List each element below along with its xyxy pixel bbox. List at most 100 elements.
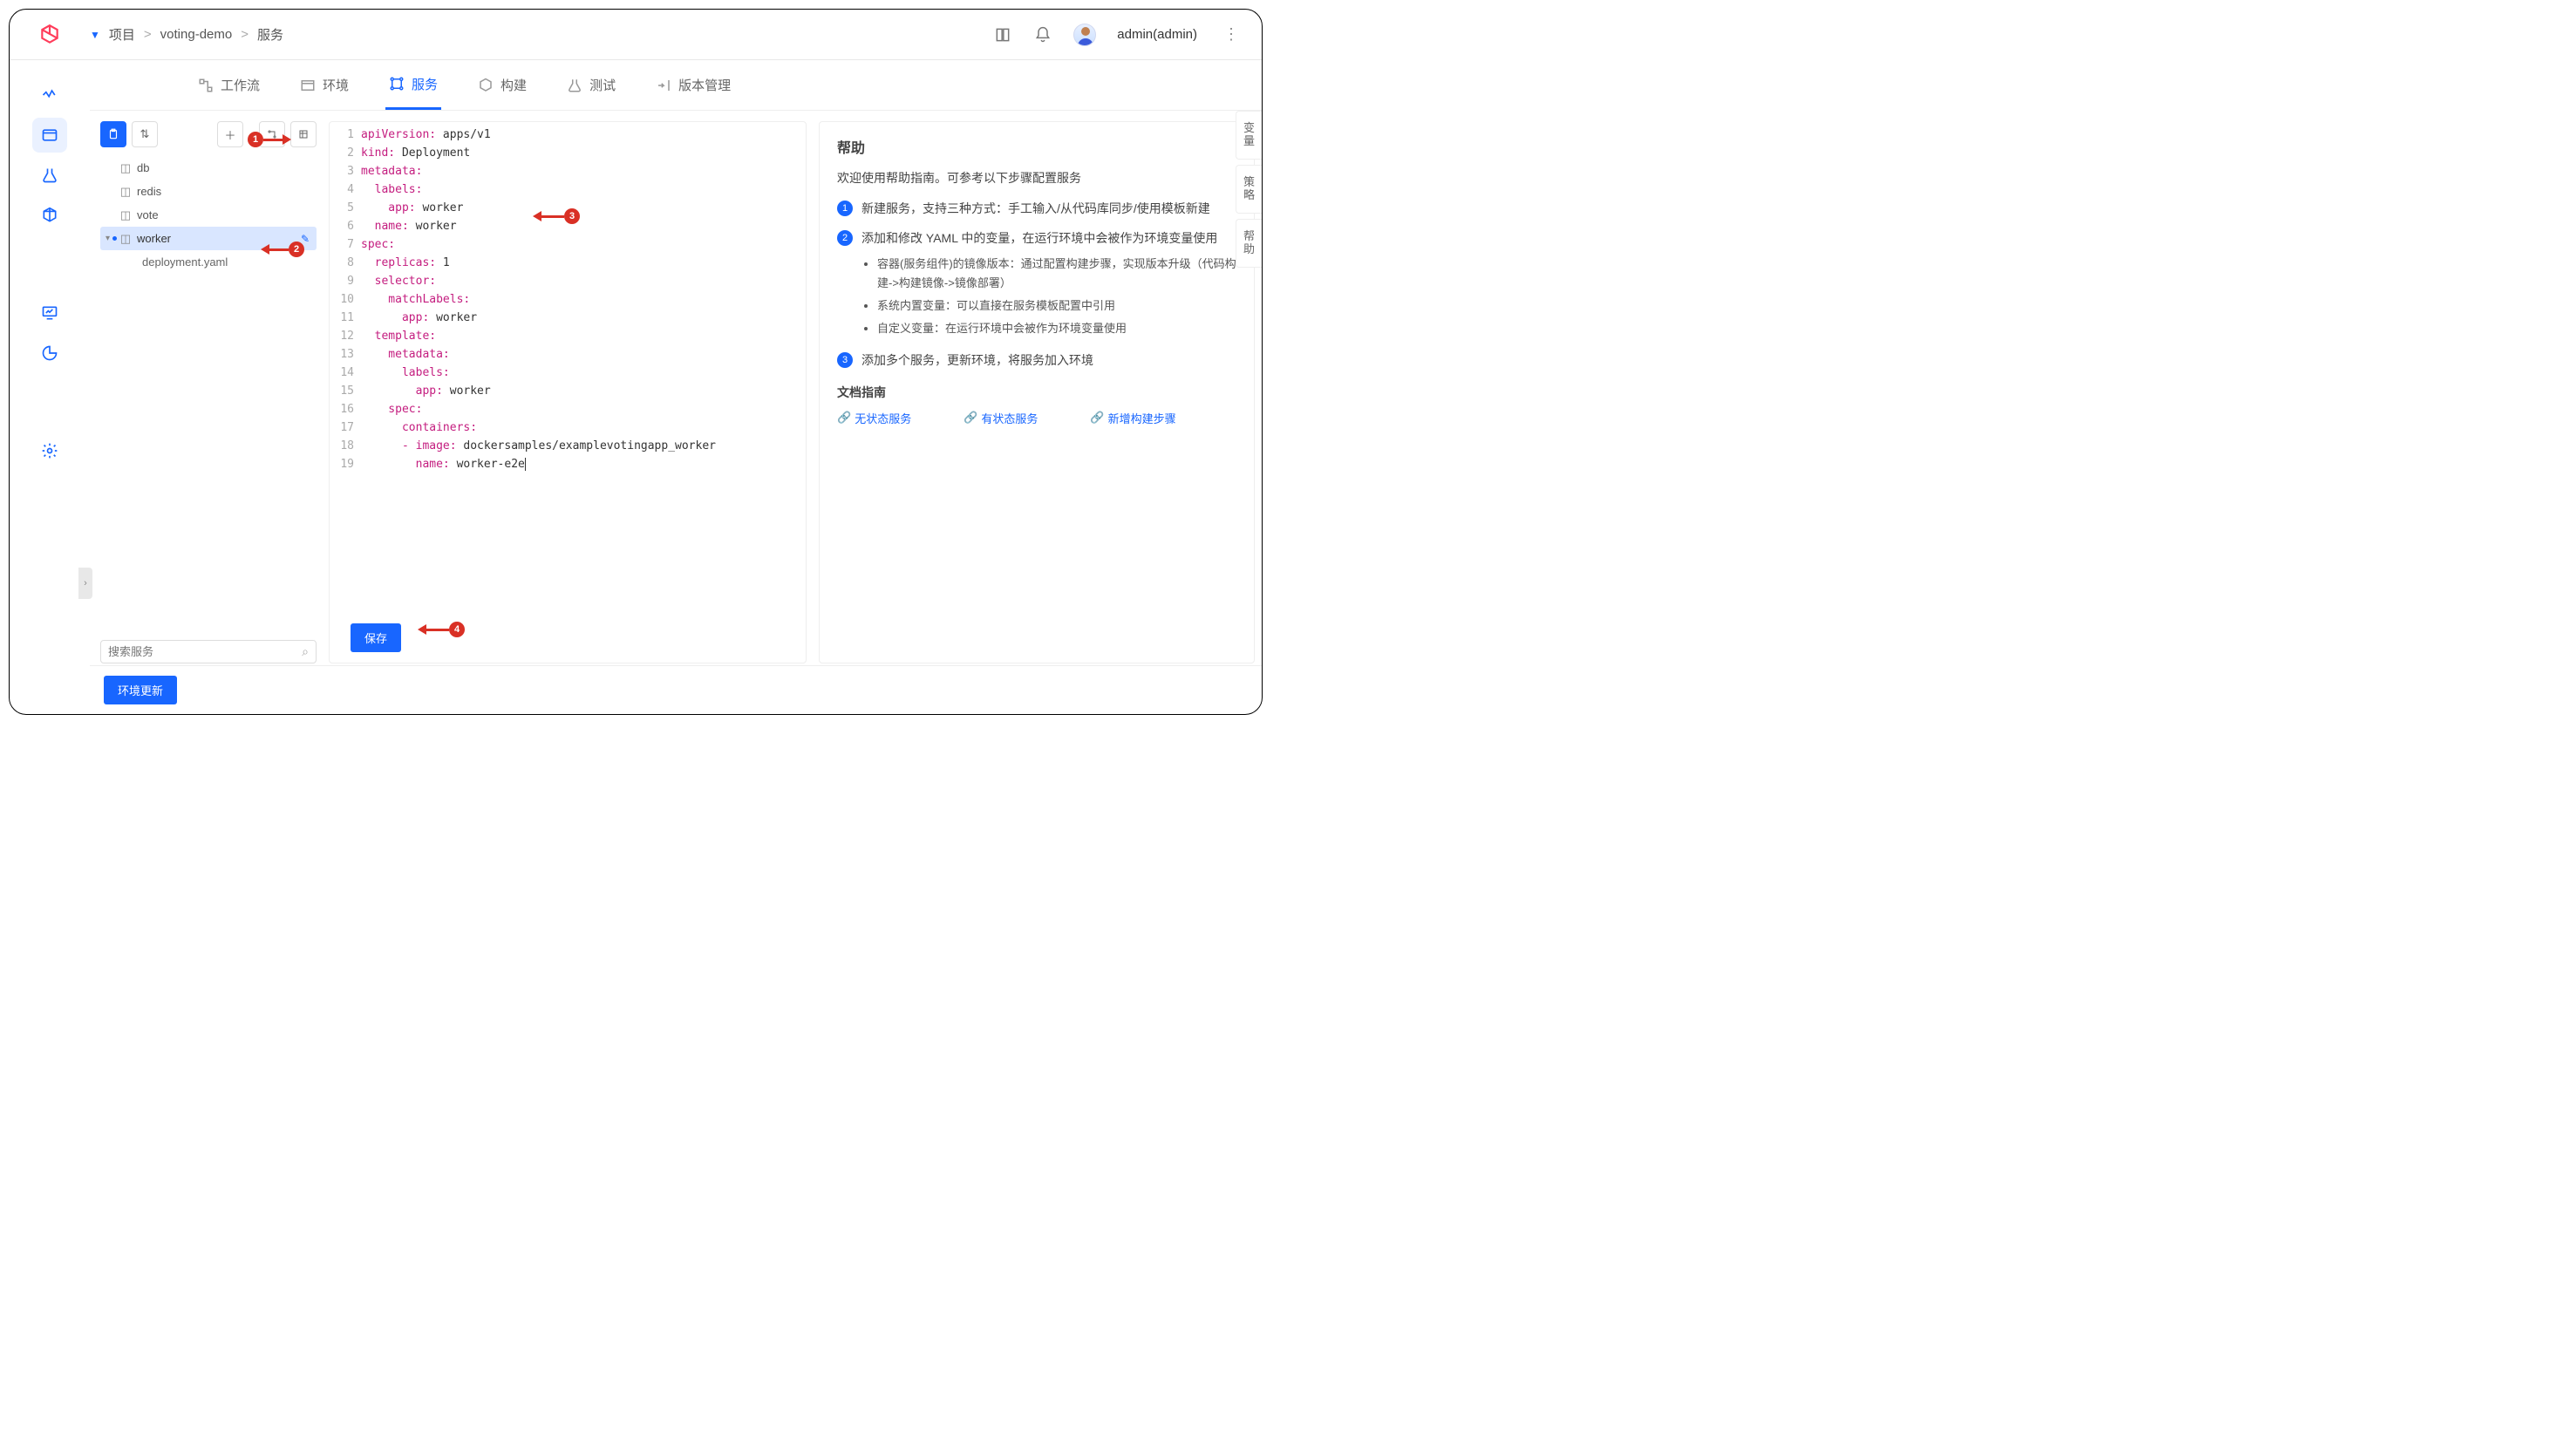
service-item-redis[interactable]: ◫ redis [100, 180, 317, 203]
step-text: 添加多个服务，更新环境，将服务加入环境 [861, 350, 1236, 371]
add-service-button[interactable]: ＋ [217, 121, 243, 147]
code-line[interactable]: spec: [361, 235, 797, 254]
code-line[interactable]: containers: [361, 418, 797, 437]
tab-version[interactable]: 版本管理 [652, 60, 734, 110]
rail-pie[interactable] [32, 336, 67, 371]
service-item-vote[interactable]: ◫ vote [100, 203, 317, 227]
tab-test[interactable]: 测试 [563, 60, 619, 110]
step-badge: 1 [837, 201, 853, 216]
sub-item: 系统内置变量：可以直接在服务模板配置中引用 [877, 296, 1236, 316]
step-badge: 2 [837, 230, 853, 246]
help-step-2: 2 添加和修改 YAML 中的变量，在运行环境中会被作为环境变量使用 容器(服务… [837, 228, 1236, 342]
username[interactable]: admin(admin) [1117, 27, 1197, 42]
rail-project[interactable] [32, 118, 67, 153]
right-tab-help[interactable]: 帮助 [1236, 219, 1262, 268]
build-icon [478, 78, 494, 93]
service-tree: ◫ db ◫ redis ◫ vote ▾ ◫ worker ✎ [100, 156, 317, 633]
rail-settings[interactable] [32, 433, 67, 468]
tab-service[interactable]: 服务 [385, 60, 441, 110]
tab-env-label: 环境 [323, 76, 349, 94]
breadcrumb-dropdown-icon[interactable]: ▼ [90, 29, 100, 41]
code-line[interactable]: matchLabels: [361, 290, 797, 309]
sync-button[interactable] [259, 121, 285, 147]
code-line[interactable]: replicas: 1 [361, 254, 797, 272]
docs-icon[interactable] [993, 25, 1012, 44]
section-tabs: 工作流 环境 服务 构建 测试 版本管理 [90, 60, 1262, 111]
code-line[interactable]: spec: [361, 400, 797, 418]
docs-title: 文档指南 [837, 384, 1236, 401]
search-input[interactable] [108, 645, 302, 658]
clipboard-button[interactable] [100, 121, 126, 147]
tab-env[interactable]: 环境 [296, 60, 352, 110]
tab-service-label: 服务 [412, 75, 438, 93]
cube-face-icon: ◫ [119, 186, 132, 198]
workspace: ⇅ ＋ ◫ db ◫ redis ◫ vote [90, 111, 1262, 663]
doc-link-stateful[interactable]: 🔗有状态服务 [964, 410, 1038, 426]
rail-monitor[interactable] [32, 296, 67, 330]
code-editor[interactable]: 12345678910111213141516171819 apiVersion… [330, 122, 806, 612]
yaml-editor-panel: 12345678910111213141516171819 apiVersion… [329, 121, 807, 663]
changed-dot-icon [112, 236, 117, 241]
code-line[interactable]: labels: [361, 180, 797, 199]
rail-cube[interactable] [32, 198, 67, 233]
service-item-worker[interactable]: ▾ ◫ worker ✎ [100, 227, 317, 250]
breadcrumb: ▼ 项目 > voting-demo > 服务 [90, 25, 993, 44]
right-tab-policy[interactable]: 策略 [1236, 165, 1262, 214]
tab-workflow[interactable]: 工作流 [194, 60, 263, 110]
avatar[interactable] [1073, 24, 1096, 46]
help-step-1: 1 新建服务，支持三种方式：手工输入/从代码库同步/使用模板新建 [837, 199, 1236, 220]
edit-icon[interactable]: ✎ [301, 233, 310, 245]
code-line[interactable]: name: worker [361, 217, 797, 235]
code-line[interactable]: app: worker [361, 309, 797, 327]
code-line[interactable]: app: worker [361, 199, 797, 217]
code-line[interactable]: metadata: [361, 345, 797, 364]
doc-link-stateless[interactable]: 🔗无状态服务 [837, 410, 911, 426]
bottom-bar: 环境更新 [90, 665, 1262, 714]
workflow-icon [198, 78, 214, 93]
save-button[interactable]: 保存 [351, 623, 401, 652]
search-services[interactable]: ⌕ [100, 640, 317, 663]
breadcrumb-project[interactable]: voting-demo [160, 27, 233, 42]
service-file-deployment[interactable]: deployment.yaml [100, 250, 317, 274]
bell-icon[interactable] [1033, 25, 1052, 44]
link-icon: 🔗 [964, 411, 977, 425]
code-line[interactable]: template: [361, 327, 797, 345]
left-rail [10, 60, 90, 714]
service-item-db[interactable]: ◫ db [100, 156, 317, 180]
breadcrumb-root[interactable]: 项目 [109, 25, 135, 44]
tab-test-label: 测试 [589, 76, 616, 94]
step-text: 新建服务，支持三种方式：手工输入/从代码库同步/使用模板新建 [861, 199, 1236, 220]
header-actions: admin(admin) ⋮ [993, 24, 1244, 46]
right-rail: 变量 策略 帮助 [1236, 111, 1262, 273]
sub-item: 自定义变量：在运行环境中会被作为环境变量使用 [877, 319, 1236, 338]
service-item-label: redis [137, 185, 161, 198]
sort-button[interactable]: ⇅ [132, 121, 158, 147]
chevron-down-icon: ▾ [106, 234, 110, 243]
env-update-button[interactable]: 环境更新 [104, 676, 177, 704]
services-panel: ⇅ ＋ ◫ db ◫ redis ◫ vote [100, 121, 317, 663]
doc-link-build[interactable]: 🔗新增构建步骤 [1090, 410, 1175, 426]
tab-build[interactable]: 构建 [474, 60, 530, 110]
cube-face-icon: ◫ [119, 209, 132, 221]
code-line[interactable]: labels: [361, 364, 797, 382]
right-tab-var[interactable]: 变量 [1236, 111, 1262, 160]
tab-workflow-label: 工作流 [221, 76, 260, 94]
code-line[interactable]: selector: [361, 272, 797, 290]
rail-flask[interactable] [32, 158, 67, 193]
code-line[interactable]: apiVersion: apps/v1 [361, 126, 797, 144]
service-item-label: worker [137, 232, 171, 245]
code-line[interactable]: app: worker [361, 382, 797, 400]
code-line[interactable]: metadata: [361, 162, 797, 180]
code-line[interactable]: kind: Deployment [361, 144, 797, 162]
rail-metrics[interactable] [32, 78, 67, 112]
service-item-label: vote [137, 208, 159, 221]
code-line[interactable]: name: worker-e2e [361, 455, 797, 473]
more-icon[interactable]: ⋮ [1218, 25, 1244, 44]
top-header: ▼ 项目 > voting-demo > 服务 admin(admin) ⋮ [10, 10, 1262, 60]
help-step-3: 3 添加多个服务，更新环境，将服务加入环境 [837, 350, 1236, 371]
app-logo[interactable] [10, 10, 90, 60]
service-icon [389, 76, 405, 92]
breadcrumb-section[interactable]: 服务 [257, 25, 283, 44]
template-button[interactable] [290, 121, 317, 147]
code-line[interactable]: - image: dockersamples/examplevotingapp_… [361, 437, 797, 455]
